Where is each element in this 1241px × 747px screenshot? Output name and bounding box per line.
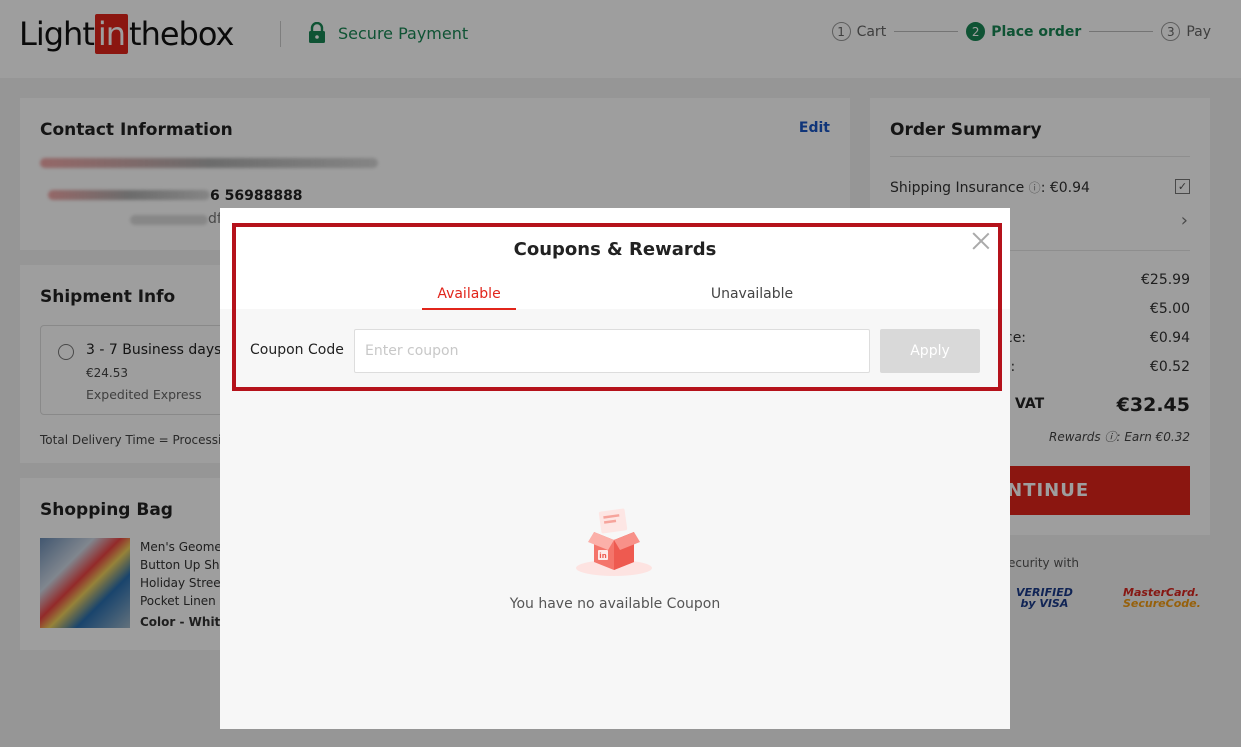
svg-text:in: in <box>599 552 606 560</box>
active-tab-indicator <box>422 308 516 310</box>
coupon-code-label: Coupon Code <box>250 342 344 358</box>
coupon-code-input[interactable] <box>354 329 870 373</box>
modal-title: Coupons & Rewards <box>513 239 717 260</box>
close-icon[interactable] <box>972 232 990 250</box>
coupons-rewards-modal: Coupons & Rewards Available Unavailable … <box>220 208 1010 729</box>
tab-available[interactable]: Available <box>422 286 516 302</box>
apply-coupon-button[interactable]: Apply <box>880 329 980 373</box>
tab-unavailable[interactable]: Unavailable <box>690 286 814 302</box>
empty-state-text: You have no available Coupon <box>509 596 721 612</box>
empty-gift-box-icon: in <box>576 508 652 576</box>
